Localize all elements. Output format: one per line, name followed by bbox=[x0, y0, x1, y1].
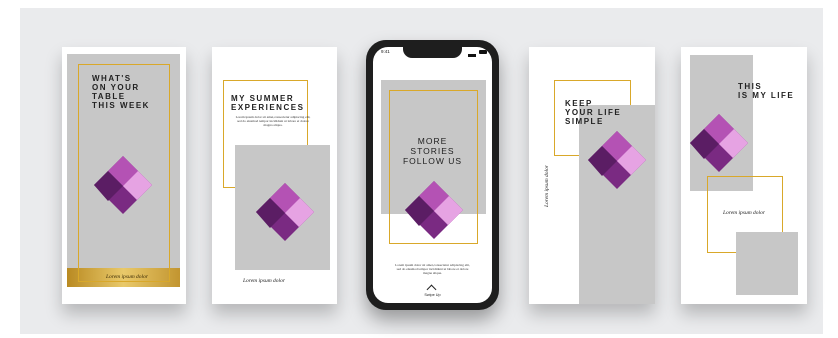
phone-screen: 9:41 MORE STORIES FOLLOW US Lorem ipsum … bbox=[373, 47, 492, 303]
story-card-3-title: MORE STORIES FOLLOW US bbox=[402, 136, 463, 166]
story-card-4: KEEP YOUR LIFE SIMPLE Lorem ipsum dolor bbox=[529, 47, 655, 304]
story-card-4-caption: Lorem ipsum dolor bbox=[544, 165, 550, 207]
story-card-5-gray-panel-bottom bbox=[736, 232, 798, 295]
story-card-2-title: MY SUMMER EXPERIENCES bbox=[231, 94, 305, 112]
power-apps-logo-icon bbox=[94, 156, 152, 214]
signal-icon bbox=[468, 50, 476, 57]
story-card-5-caption: Lorem ipsum dolor bbox=[723, 210, 765, 216]
story-card-1-caption: Lorem ipsum dolor bbox=[106, 274, 148, 280]
power-apps-logo-icon bbox=[588, 131, 646, 189]
story-card-4-title: KEEP YOUR LIFE SIMPLE bbox=[565, 99, 622, 126]
swipe-up-label[interactable]: Swipe Up bbox=[373, 293, 492, 297]
story-card-3-body: Lorem ipsum dolor sit amet,consectetur a… bbox=[395, 263, 470, 275]
story-card-1: WHAT'S ON YOUR TABLE THIS WEEK Lorem ips… bbox=[62, 47, 186, 304]
story-card-2-body: Lorem ipsum dolor sit amet,consectetur a… bbox=[235, 115, 311, 127]
status-time: 9:41 bbox=[381, 49, 390, 54]
story-card-5: THIS IS MY LIFE Lorem ipsum dolor bbox=[681, 47, 807, 304]
power-apps-logo-icon bbox=[690, 114, 748, 172]
power-apps-logo-icon bbox=[256, 183, 314, 241]
phone-notch bbox=[403, 47, 462, 58]
power-apps-logo-icon bbox=[405, 181, 463, 239]
phone-mockup: 9:41 MORE STORIES FOLLOW US Lorem ipsum … bbox=[366, 40, 499, 310]
story-card-2: MY SUMMER EXPERIENCES Lorem ipsum dolor … bbox=[212, 47, 337, 304]
story-card-2-caption: Lorem ipsum dolor bbox=[243, 278, 285, 284]
battery-icon bbox=[479, 50, 487, 54]
story-card-5-title: THIS IS MY LIFE bbox=[738, 82, 795, 100]
story-card-1-title: WHAT'S ON YOUR TABLE THIS WEEK bbox=[92, 74, 150, 110]
